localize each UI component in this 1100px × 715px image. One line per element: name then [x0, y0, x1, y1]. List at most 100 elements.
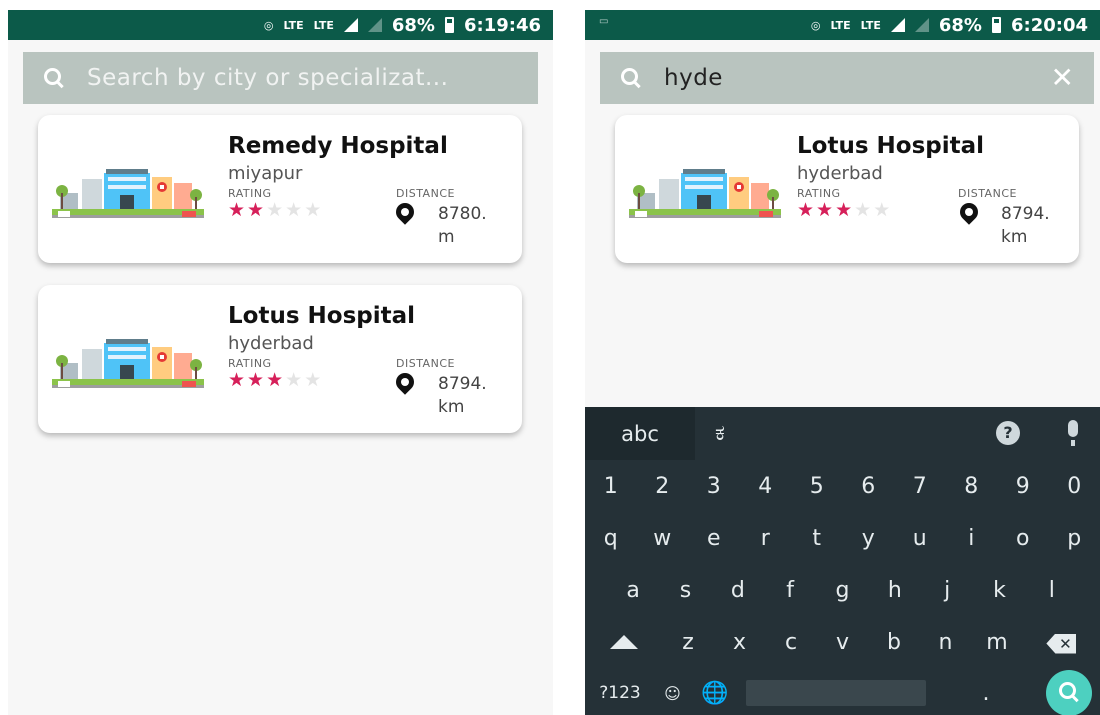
hospital-card-lotus[interactable]: Lotus Hospital hyderbad RATING DISTANCE …	[615, 115, 1079, 263]
symbols-key[interactable]: ?123	[585, 683, 655, 703]
hospital-city: hyderbad	[228, 333, 314, 354]
hospital-card-lotus[interactable]: Lotus Hospital hyderbad RATING DISTANCE …	[38, 285, 522, 433]
clock: 6:19:46	[463, 14, 541, 36]
location-pin-icon	[392, 199, 418, 225]
key-m[interactable]: m	[971, 630, 1023, 655]
search-go-key[interactable]	[1046, 670, 1092, 715]
keyboard-toolbar: abc ಕ ?	[585, 407, 1100, 460]
key-f[interactable]: f	[764, 578, 816, 603]
key-y[interactable]: y	[843, 526, 895, 551]
key-9[interactable]: 9	[997, 474, 1049, 499]
star-filled-icon: ★	[797, 199, 817, 221]
star-empty-icon: ★	[873, 199, 893, 221]
backspace-key[interactable]: ✕	[1023, 630, 1100, 655]
key-a[interactable]: a	[607, 578, 659, 603]
key-v[interactable]: v	[817, 630, 869, 655]
emoji-key[interactable]: ☺	[655, 684, 690, 703]
key-z[interactable]: z	[662, 630, 714, 655]
key-2[interactable]: 2	[637, 474, 689, 499]
key-e[interactable]: e	[688, 526, 740, 551]
globe-key[interactable]: 🌐	[690, 681, 740, 706]
key-u[interactable]: u	[894, 526, 946, 551]
key-t[interactable]: t	[791, 526, 843, 551]
signal-icon	[890, 18, 905, 32]
key-n[interactable]: n	[920, 630, 972, 655]
hotspot-icon: ◎	[810, 18, 821, 32]
rating-stars: ★★★★★	[797, 199, 892, 221]
soft-keyboard: abc ಕ ? 1234567890 qwertyuiop asdfghjkl …	[585, 407, 1100, 715]
rating-stars: ★★★★★	[228, 369, 323, 391]
star-filled-icon: ★	[228, 199, 248, 221]
lte-call-icon: LTE	[283, 18, 304, 32]
space-key[interactable]	[746, 680, 926, 706]
key-k[interactable]: k	[973, 578, 1025, 603]
key-d[interactable]: d	[712, 578, 764, 603]
key-8[interactable]: 8	[946, 474, 998, 499]
key-g[interactable]: g	[816, 578, 868, 603]
search-input[interactable]: Search by city or specializat...	[87, 65, 518, 91]
signal-empty-icon	[914, 18, 929, 32]
key-0[interactable]: 0	[1049, 474, 1100, 499]
signal-icon	[343, 18, 358, 32]
key-x[interactable]: x	[714, 630, 766, 655]
star-empty-icon: ★	[285, 199, 305, 221]
key-h[interactable]: h	[869, 578, 921, 603]
key-j[interactable]: j	[921, 578, 973, 603]
keyboard-abc-tab[interactable]: abc	[585, 407, 695, 460]
key-w[interactable]: w	[637, 526, 689, 551]
microphone-icon[interactable]	[1068, 420, 1078, 446]
number-row: 1234567890	[585, 460, 1100, 512]
help-icon[interactable]: ?	[996, 421, 1020, 445]
star-empty-icon: ★	[266, 199, 286, 221]
star-filled-icon: ★	[835, 199, 855, 221]
shift-key[interactable]	[585, 630, 662, 655]
key-r[interactable]: r	[740, 526, 792, 551]
star-filled-icon: ★	[266, 369, 286, 391]
distance-label: DISTANCE	[958, 187, 1017, 200]
key-1[interactable]: 1	[585, 474, 637, 499]
period-key[interactable]: .	[926, 681, 1046, 706]
close-icon[interactable]: ✕	[1051, 64, 1074, 92]
letter-row-3: z x c v b n m ✕	[585, 616, 1100, 668]
hotspot-icon: ◎	[263, 18, 274, 32]
battery-percent: 68%	[391, 14, 435, 36]
key-5[interactable]: 5	[791, 474, 843, 499]
distance-label: DISTANCE	[396, 187, 455, 200]
lte-icon: LTE	[313, 18, 334, 32]
letter-row-2: asdfghjkl	[585, 564, 1100, 616]
left-screen: ◎ LTE LTE 68% 6:19:46 Search by city or …	[8, 10, 553, 715]
language-key[interactable]: ಕ	[715, 421, 725, 446]
distance-value: 8794. km	[1001, 204, 1050, 247]
battery-icon	[444, 17, 454, 33]
star-empty-icon: ★	[304, 199, 324, 221]
right-screen: ▭ ◎ LTE LTE 68% 6:20:04 hyde ✕ Lotus Hos…	[585, 10, 1100, 715]
key-o[interactable]: o	[997, 526, 1049, 551]
search-input[interactable]: hyde	[664, 65, 1051, 91]
letter-row-1: qwertyuiop	[585, 512, 1100, 564]
hospital-city: hyderbad	[797, 163, 883, 184]
star-filled-icon: ★	[228, 369, 248, 391]
key-s[interactable]: s	[659, 578, 711, 603]
key-i[interactable]: i	[946, 526, 998, 551]
hospital-illustration-icon	[52, 339, 204, 388]
rating-stars: ★★★★★	[228, 199, 323, 221]
key-7[interactable]: 7	[894, 474, 946, 499]
key-4[interactable]: 4	[740, 474, 792, 499]
key-p[interactable]: p	[1049, 526, 1100, 551]
hospital-name: Remedy Hospital	[228, 133, 448, 159]
key-c[interactable]: c	[765, 630, 817, 655]
hospital-card-remedy[interactable]: Remedy Hospital miyapur RATING DISTANCE …	[38, 115, 522, 263]
location-pin-icon	[956, 199, 982, 225]
key-l[interactable]: l	[1026, 578, 1078, 603]
search-bar[interactable]: hyde ✕	[600, 52, 1094, 104]
key-6[interactable]: 6	[843, 474, 895, 499]
battery-icon	[991, 17, 1001, 33]
key-b[interactable]: b	[868, 630, 920, 655]
search-bar[interactable]: Search by city or specializat...	[23, 52, 538, 104]
hospital-city: miyapur	[228, 163, 303, 184]
key-3[interactable]: 3	[688, 474, 740, 499]
star-filled-icon: ★	[816, 199, 836, 221]
search-icon	[43, 67, 65, 89]
lte-call-icon: LTE	[830, 18, 851, 32]
key-q[interactable]: q	[585, 526, 637, 551]
